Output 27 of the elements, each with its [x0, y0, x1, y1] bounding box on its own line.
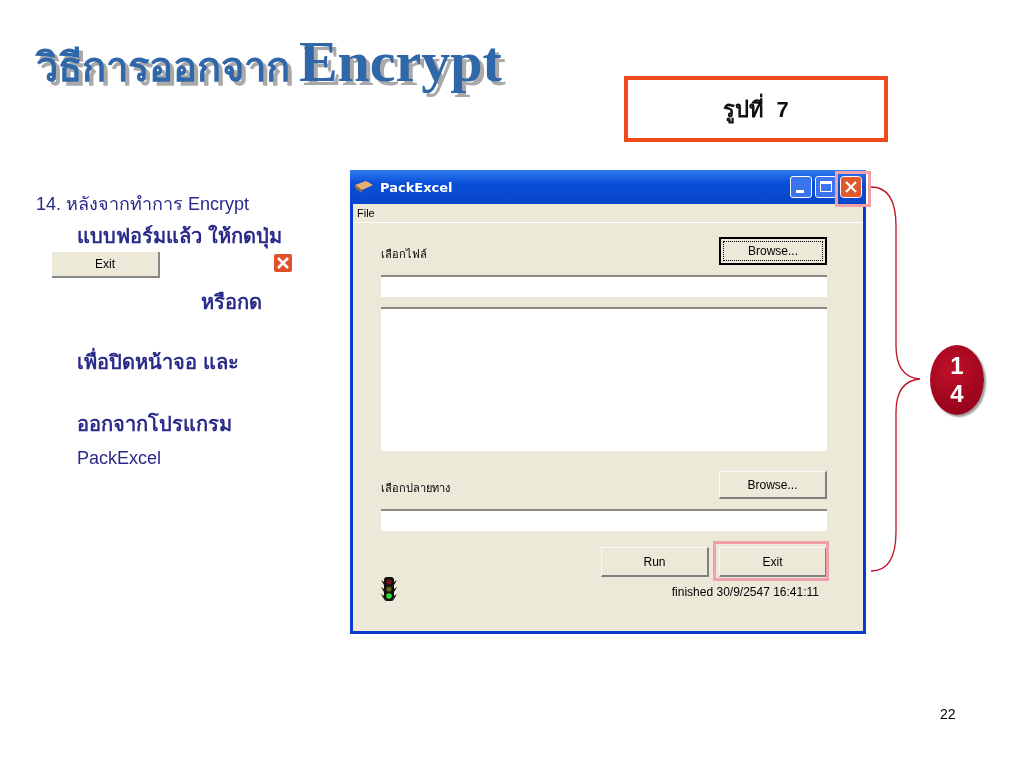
field-label: เลือกไฟล์	[381, 247, 427, 262]
run-button[interactable]: Run	[601, 547, 709, 577]
window-title: PackExcel	[380, 179, 453, 195]
minimize-button[interactable]	[790, 176, 812, 198]
status-text: finished 30/9/2547 16:41:11	[671, 585, 819, 601]
close-button[interactable]	[840, 176, 862, 198]
exit-button[interactable]: Exit	[719, 547, 827, 577]
field-label: เลือกปลายทาง	[381, 481, 450, 496]
slide-title: วิธีการออกจาก Encrypt	[36, 28, 502, 96]
instruction-text: ออกจากโปรแกรม	[77, 411, 233, 437]
input-field[interactable]	[381, 509, 827, 531]
close-icon	[274, 254, 292, 272]
instruction-text: 14. หลังจากทำการ Encrypt	[36, 193, 251, 216]
figure-label: รูปที่ 7	[624, 76, 888, 142]
browse-button[interactable]: Browse...	[719, 471, 827, 499]
page-number: 22	[940, 706, 956, 722]
instruction-text: PackExcel	[77, 447, 163, 470]
input-field[interactable]	[381, 275, 827, 297]
instruction-text: แบบฟอร์มแล้ว ให้กดปุ่ม	[77, 223, 283, 251]
instruction-text: เพื่อปิดหน้าจอ และ	[77, 346, 336, 378]
instruction-text: หรือกด	[201, 290, 263, 315]
menu-item[interactable]: File	[357, 207, 375, 219]
traffic-light-icon	[381, 577, 397, 601]
maximize-button[interactable]	[815, 176, 837, 198]
step-badge: 14	[930, 345, 984, 415]
browse-button[interactable]: Browse...	[719, 237, 827, 265]
app-icon	[354, 180, 374, 194]
